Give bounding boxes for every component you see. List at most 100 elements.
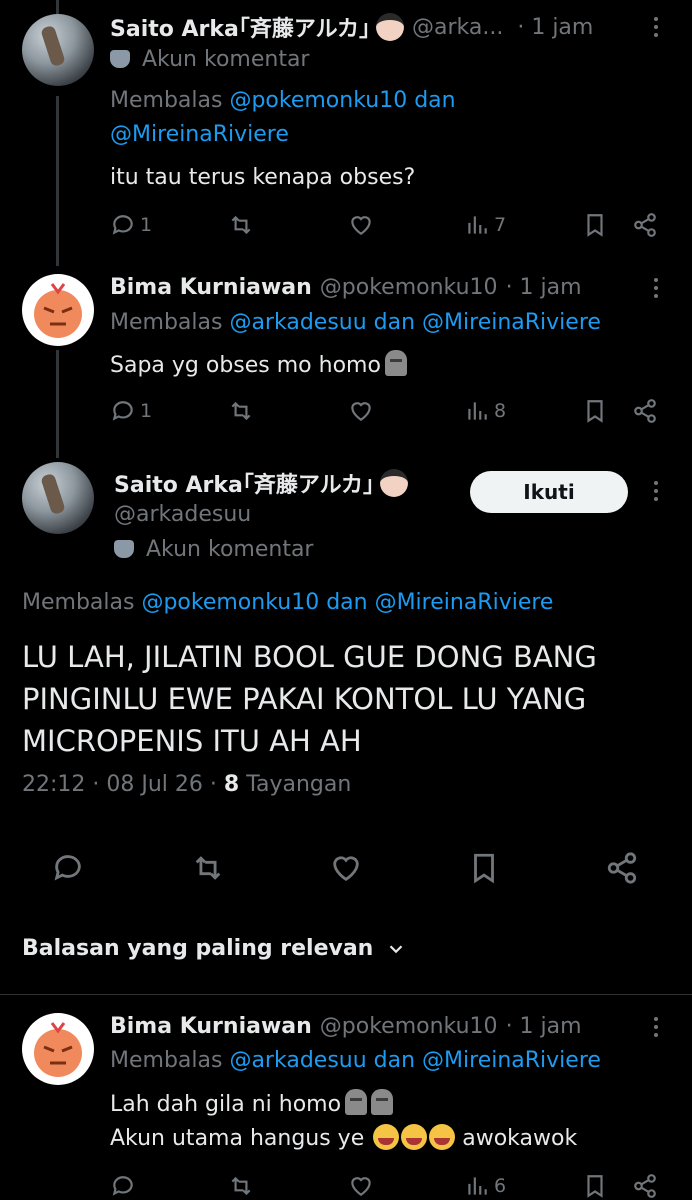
replying-to: Membalas @pokemonku10 dan @MireinaRivier… xyxy=(22,590,554,615)
action-bar: 1 7 xyxy=(110,207,660,243)
sort-label: Balasan yang paling relevan xyxy=(22,936,374,961)
reply-button[interactable]: 1 xyxy=(110,207,152,243)
replying-to: Membalas @pokemonku10 dan xyxy=(110,88,456,113)
chevron-down-icon xyxy=(390,944,403,953)
views-label: Tayangan xyxy=(246,772,352,797)
mention-link[interactable]: @arkadesuu dan @MireinaRiviere xyxy=(229,1048,600,1073)
repost-icon xyxy=(195,856,221,880)
post-time[interactable]: · 1 jam xyxy=(517,15,593,40)
follow-button[interactable]: Ikuti xyxy=(470,471,628,513)
mention-link[interactable]: @arkadesuu dan @MireinaRiviere xyxy=(229,310,600,335)
share-button[interactable] xyxy=(632,1168,658,1200)
divider xyxy=(0,994,692,995)
share-button[interactable] xyxy=(632,207,658,243)
more-icon[interactable] xyxy=(646,12,666,42)
mask-icon xyxy=(110,50,130,68)
bookmark-button[interactable] xyxy=(582,393,608,429)
sort-replies-dropdown[interactable]: Balasan yang paling relevan xyxy=(22,936,407,961)
post-timestamp[interactable]: 22:12 · 08 Jul 26 · xyxy=(22,772,217,797)
moai-emoji-icon xyxy=(345,1089,368,1115)
views-icon xyxy=(468,402,487,420)
post-meta: 22:12 · 08 Jul 26 · 8 Tayangan xyxy=(22,772,351,797)
repost-button[interactable] xyxy=(228,207,254,243)
share-button[interactable] xyxy=(602,848,642,888)
replying-to: Membalas @arkadesuu dan @MireinaRiviere xyxy=(110,310,601,335)
post-time[interactable]: · 1 jam xyxy=(506,275,582,300)
reply-button[interactable] xyxy=(48,848,88,888)
post-text-line: Lah dah gila ni homo xyxy=(110,1089,394,1117)
post-text: Sapa yg obses mo homo xyxy=(110,350,407,378)
author-name[interactable]: Saito Arka｢斉藤アルカ｣ xyxy=(114,467,374,499)
boy-emoji-icon xyxy=(376,13,404,41)
share-icon xyxy=(634,1174,656,1198)
bookmark-button[interactable] xyxy=(582,207,608,243)
bookmark-icon xyxy=(587,400,603,423)
reply-header: Bima Kurniawan @pokemonku10 · 1 jam xyxy=(110,1009,582,1043)
thread-line xyxy=(56,96,59,266)
account-label: Akun komentar xyxy=(110,47,309,72)
heart-icon xyxy=(351,216,371,235)
post-time[interactable]: · 1 jam xyxy=(506,1014,582,1039)
repost-icon xyxy=(231,215,251,235)
mention-link[interactable]: @pokemonku10 dan xyxy=(229,88,455,113)
mention-link[interactable]: @MireinaRiviere xyxy=(110,122,289,147)
views-icon xyxy=(468,1177,487,1195)
views-button[interactable]: 8 xyxy=(464,393,506,429)
avatar[interactable] xyxy=(22,1013,94,1085)
post-text-line: Akun utama hangus ye awokawok xyxy=(110,1124,578,1151)
avatar[interactable] xyxy=(22,14,94,86)
angry-face-icon xyxy=(34,283,82,338)
action-bar: 1 8 xyxy=(110,393,660,429)
author-handle[interactable]: @arkadesuu xyxy=(114,502,251,527)
reply-button[interactable] xyxy=(110,1168,136,1200)
reply-icon xyxy=(112,215,133,235)
main-action-bar xyxy=(0,848,692,888)
share-icon xyxy=(634,399,656,423)
bookmark-button[interactable] xyxy=(464,848,504,888)
like-button[interactable] xyxy=(348,207,374,243)
avatar[interactable] xyxy=(22,274,94,346)
repost-button[interactable] xyxy=(228,1168,254,1200)
author-handle[interactable]: @pokemonku10 xyxy=(320,275,498,300)
mention-link[interactable]: @pokemonku10 dan @MireinaRiviere xyxy=(141,590,553,615)
more-icon[interactable] xyxy=(646,273,666,303)
post-text: itu tau terus kenapa obses? xyxy=(110,165,416,190)
replying-to: Membalas @arkadesuu dan @MireinaRiviere xyxy=(110,1048,601,1073)
views-button[interactable]: 7 xyxy=(464,207,506,243)
reply-icon xyxy=(112,401,133,421)
post-text: LU LAH, JILATIN BOOL GUE DONG BANG PINGI… xyxy=(22,640,597,758)
share-button[interactable] xyxy=(632,393,658,429)
more-icon[interactable] xyxy=(646,1012,666,1042)
share-icon xyxy=(607,852,637,884)
thread-line xyxy=(56,350,59,458)
author-name[interactable]: Saito Arka｢斉藤アルカ｣ xyxy=(110,11,370,43)
avatar[interactable] xyxy=(22,462,94,534)
author-name[interactable]: Bima Kurniawan xyxy=(110,275,312,300)
reply-icon xyxy=(54,855,81,881)
action-bar: 6 xyxy=(110,1168,660,1200)
author-handle[interactable]: @pokemonku10 xyxy=(320,1014,498,1039)
bookmark-icon xyxy=(587,1175,603,1198)
repost-button[interactable] xyxy=(188,848,228,888)
bookmark-icon xyxy=(587,214,603,237)
more-icon[interactable] xyxy=(646,476,666,506)
laughing-cat-emoji-icon xyxy=(401,1124,428,1150)
author-handle[interactable]: @arka... xyxy=(412,15,503,40)
author-name[interactable]: Bima Kurniawan xyxy=(110,1014,312,1039)
mask-icon xyxy=(114,540,134,558)
reply-header: Saito Arka｢斉藤アルカ｣ @arka... · 1 jam xyxy=(110,10,593,44)
reply-button[interactable]: 1 xyxy=(110,393,152,429)
bookmark-button[interactable] xyxy=(582,1168,608,1200)
like-button[interactable] xyxy=(326,848,366,888)
moai-emoji-icon xyxy=(384,350,407,376)
repost-button[interactable] xyxy=(228,393,254,429)
like-button[interactable] xyxy=(348,393,374,429)
reply-icon xyxy=(112,1176,133,1196)
angry-face-icon xyxy=(34,1022,82,1077)
boy-emoji-icon xyxy=(380,469,408,497)
heart-icon xyxy=(333,856,359,882)
moai-emoji-icon xyxy=(371,1089,394,1115)
like-button[interactable] xyxy=(348,1168,374,1200)
views-button[interactable]: 6 xyxy=(464,1168,506,1200)
bookmark-icon xyxy=(474,853,494,884)
